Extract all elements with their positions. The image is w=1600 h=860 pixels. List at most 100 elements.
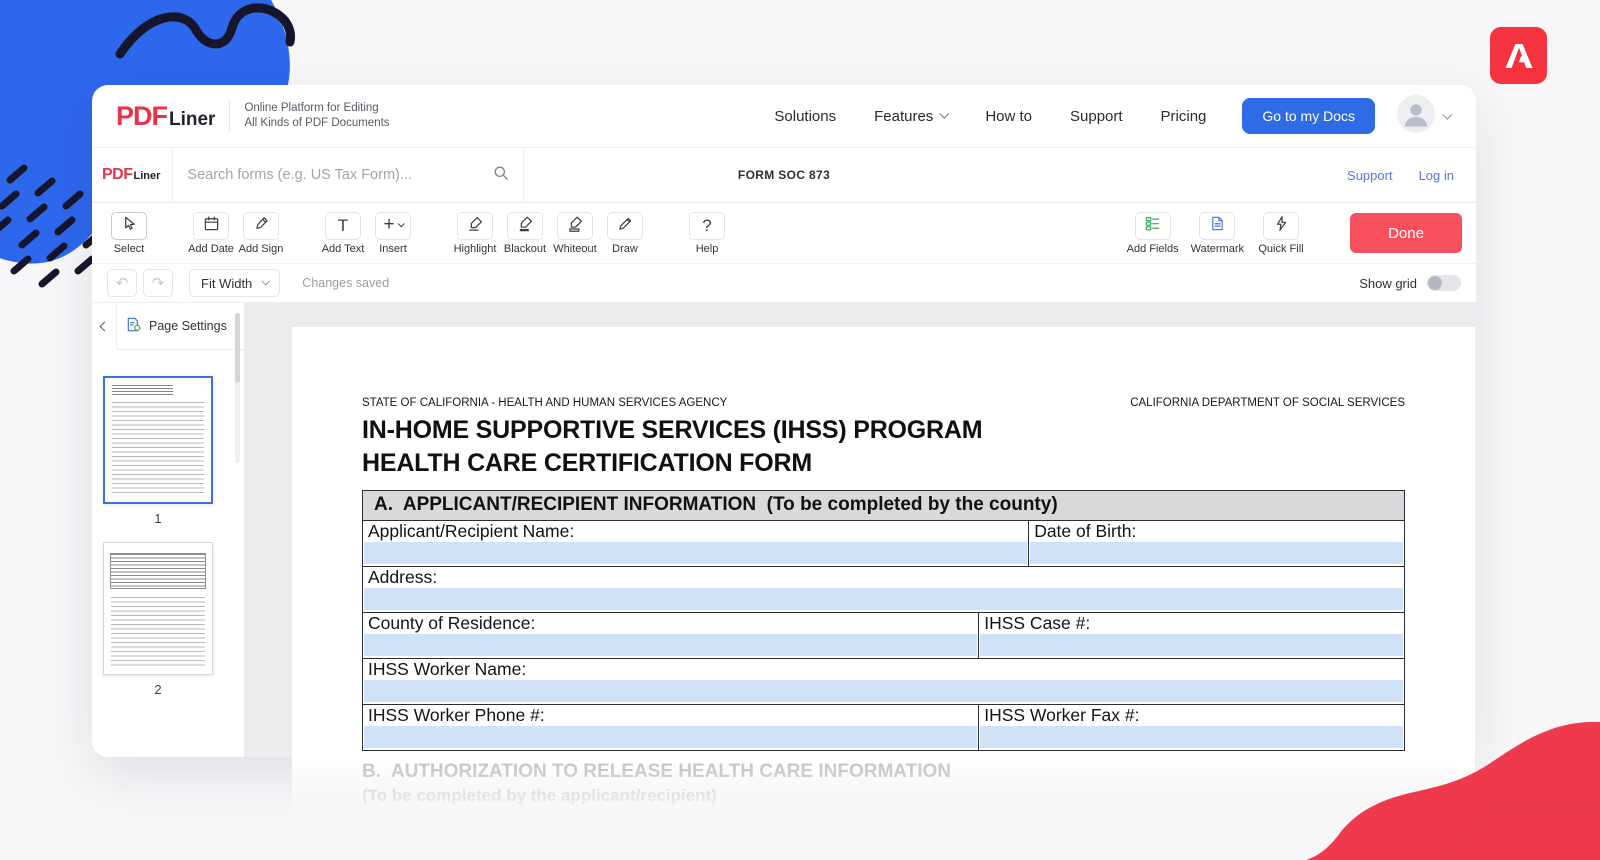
- done-button[interactable]: Done: [1350, 213, 1462, 253]
- form-code: FORM SOC 873: [738, 168, 830, 182]
- form-row: Applicant/Recipient Name: Date of Birth:: [363, 521, 1404, 566]
- tool-help[interactable]: ? Help: [682, 212, 732, 255]
- thumbnail-preview: [112, 385, 173, 396]
- field-input-worker-phone[interactable]: [364, 726, 977, 748]
- tagline: Online Platform for Editing All Kinds of…: [229, 101, 389, 131]
- show-grid-label: Show grid: [1359, 276, 1417, 291]
- nav-support[interactable]: Support: [1070, 108, 1123, 125]
- tool-draw[interactable]: Draw: [600, 212, 650, 255]
- form-cell: IHSS Case #:: [978, 613, 1404, 658]
- tool-quick-fill[interactable]: Quick Fill: [1256, 212, 1306, 255]
- pencil-icon: [617, 215, 634, 237]
- undo-button[interactable]: ↶: [107, 269, 137, 297]
- form-search: [172, 148, 524, 202]
- chevron-down-icon: [940, 109, 950, 119]
- form-row: IHSS Worker Name:: [363, 658, 1404, 704]
- thumbnail-preview: [111, 597, 205, 667]
- nav-how-to[interactable]: How to: [985, 108, 1032, 125]
- page-settings-button[interactable]: Page Settings: [116, 303, 244, 350]
- tool-add-fields[interactable]: Add Fields: [1127, 212, 1179, 255]
- section-a-header: A. APPLICANT/RECIPIENT INFORMATION (To b…: [363, 491, 1404, 521]
- tool-highlight[interactable]: Highlight: [450, 212, 500, 255]
- tagline-line2: All Kinds of PDF Documents: [244, 116, 389, 131]
- redo-icon: ↷: [152, 274, 165, 292]
- chevron-down-icon: [262, 277, 270, 285]
- save-status: Changes saved: [302, 276, 389, 290]
- field-input-address[interactable]: [364, 588, 1403, 610]
- tool-add-sign[interactable]: Add Sign: [236, 212, 286, 255]
- pdfliner-logo[interactable]: PDF Liner: [116, 101, 215, 132]
- form-cell: IHSS Worker Phone #:: [363, 705, 978, 750]
- field-input-ihss-case[interactable]: [980, 634, 1403, 656]
- agency-left: STATE OF CALIFORNIA - HEALTH AND HUMAN S…: [362, 397, 727, 409]
- tagline-line1: Online Platform for Editing: [244, 101, 389, 116]
- field-input-worker-fax[interactable]: [980, 726, 1403, 748]
- field-label-worker-name: IHSS Worker Name:: [363, 659, 1404, 679]
- undo-icon: ↶: [116, 274, 129, 292]
- tool-add-text[interactable]: T Add Text: [318, 212, 368, 255]
- logo-pdf-text: PDF: [116, 101, 167, 132]
- tool-whiteout[interactable]: Whiteout: [550, 212, 600, 255]
- fields-list-icon: [1144, 215, 1161, 237]
- tool-select[interactable]: Select: [104, 212, 154, 255]
- signature-pen-icon: [253, 215, 270, 237]
- field-label-applicant-name: Applicant/Recipient Name:: [363, 521, 1028, 541]
- text-icon: T: [338, 217, 348, 234]
- chevron-left-icon: [99, 322, 109, 332]
- form-row: County of Residence: IHSS Case #:: [363, 612, 1404, 658]
- chevron-down-icon: [397, 220, 404, 227]
- pdf-page[interactable]: STATE OF CALIFORNIA - HEALTH AND HUMAN S…: [292, 327, 1475, 821]
- form-title-line1: IN-HOME SUPPORTIVE SERVICES (IHSS) PROGR…: [362, 414, 1405, 447]
- form-cell: Address:: [363, 567, 1404, 612]
- status-bar: ↶ ↷ Fit Width Changes saved Show grid: [92, 263, 1476, 303]
- top-header: PDF Liner Online Platform for Editing Al…: [92, 85, 1476, 147]
- pdfliner-logo-small[interactable]: PDF Liner: [92, 166, 172, 184]
- lightning-bolt-icon: [1273, 215, 1290, 237]
- redo-button[interactable]: ↷: [143, 269, 173, 297]
- account-menu[interactable]: [1397, 95, 1450, 138]
- tool-add-date[interactable]: Add Date: [186, 212, 236, 255]
- highlighter-icon: [467, 215, 484, 237]
- form-bar: PDF Liner FORM SOC 873 Support Log in: [92, 147, 1476, 203]
- field-input-applicant-name[interactable]: [364, 542, 1027, 564]
- login-link[interactable]: Log in: [1419, 168, 1454, 183]
- tool-watermark[interactable]: Watermark: [1191, 212, 1244, 255]
- form-title-line2: HEALTH CARE CERTIFICATION FORM: [362, 447, 1405, 480]
- nav-features[interactable]: Features: [874, 108, 947, 125]
- page-settings-label: Page Settings: [149, 319, 227, 333]
- chevron-down-icon: [1442, 109, 1452, 119]
- search-input[interactable]: [187, 167, 483, 183]
- form-cell: Applicant/Recipient Name:: [363, 521, 1028, 566]
- field-input-county[interactable]: [364, 634, 977, 656]
- field-label-worker-phone: IHSS Worker Phone #:: [363, 705, 978, 725]
- support-link[interactable]: Support: [1347, 168, 1393, 183]
- tool-insert[interactable]: + Insert: [368, 212, 418, 255]
- page-thumbnail-1[interactable]: [103, 376, 213, 504]
- nav-solutions[interactable]: Solutions: [774, 108, 836, 125]
- scrollbar-thumb[interactable]: [235, 313, 240, 383]
- field-label-worker-fax: IHSS Worker Fax #:: [979, 705, 1404, 725]
- form-cell: IHSS Worker Name:: [363, 659, 1404, 704]
- field-label-date-of-birth: Date of Birth:: [1029, 521, 1404, 541]
- page-thumbnail-2[interactable]: [103, 542, 213, 675]
- main-nav: Solutions Features How to Support Pricin…: [774, 108, 1206, 125]
- field-label-ihss-case: IHSS Case #:: [979, 613, 1404, 633]
- adobe-acrobat-icon: [1490, 27, 1547, 84]
- cursor-icon: [121, 215, 138, 237]
- user-icon: [1397, 95, 1435, 133]
- nav-pricing[interactable]: Pricing: [1161, 108, 1207, 125]
- field-input-date-of-birth[interactable]: [1030, 542, 1403, 564]
- page-number: 1: [154, 511, 161, 526]
- show-grid-toggle[interactable]: [1427, 275, 1461, 291]
- field-label-address: Address:: [363, 567, 1404, 587]
- field-input-worker-name[interactable]: [364, 680, 1403, 702]
- search-icon[interactable]: [493, 165, 509, 186]
- page-number: 2: [154, 682, 161, 697]
- tool-blackout[interactable]: Blackout: [500, 212, 550, 255]
- field-label-county: County of Residence:: [363, 613, 978, 633]
- form-cell: Date of Birth:: [1028, 521, 1404, 566]
- go-to-my-docs-button[interactable]: Go to my Docs: [1242, 98, 1375, 134]
- question-mark-icon: ?: [702, 217, 711, 234]
- zoom-dropdown[interactable]: Fit Width: [189, 269, 280, 297]
- collapse-sidebar-button[interactable]: [92, 303, 116, 350]
